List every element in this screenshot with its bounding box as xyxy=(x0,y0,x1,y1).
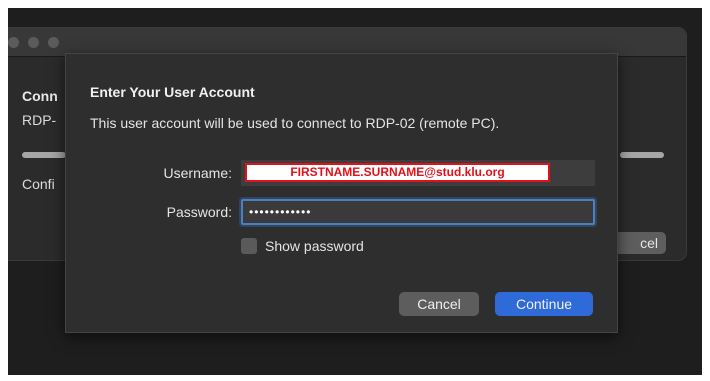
user-account-dialog: Enter Your User Account This user accoun… xyxy=(65,53,618,333)
background-window-title: Conn xyxy=(22,88,58,104)
username-field[interactable]: FIRSTNAME.SURNAME@stud.klu.org xyxy=(241,160,595,186)
password-label: Password: xyxy=(166,204,232,220)
desktop-backdrop: Conn RDP- Confi cel Enter Your User Acco… xyxy=(8,8,702,375)
username-label: Username: xyxy=(163,165,232,181)
dialog-message: This user account will be used to connec… xyxy=(90,115,500,131)
password-field[interactable]: •••••••••••• xyxy=(241,199,595,225)
minimize-window-icon[interactable] xyxy=(28,37,39,48)
background-window-status: Confi xyxy=(22,176,55,192)
connection-progress-bar xyxy=(22,152,66,158)
dialog-title: Enter Your User Account xyxy=(90,84,255,100)
show-password-label[interactable]: Show password xyxy=(265,238,364,254)
close-window-icon[interactable] xyxy=(8,37,19,48)
zoom-window-icon[interactable] xyxy=(48,37,59,48)
connection-progress-bar-end xyxy=(620,152,664,158)
background-window-subtitle: RDP- xyxy=(22,112,57,128)
background-cancel-button[interactable]: cel xyxy=(614,232,666,254)
cancel-button[interactable]: Cancel xyxy=(399,292,479,316)
show-password-checkbox[interactable] xyxy=(241,238,257,254)
username-value: FIRSTNAME.SURNAME@stud.klu.org xyxy=(245,163,550,182)
continue-button[interactable]: Continue xyxy=(495,292,593,316)
